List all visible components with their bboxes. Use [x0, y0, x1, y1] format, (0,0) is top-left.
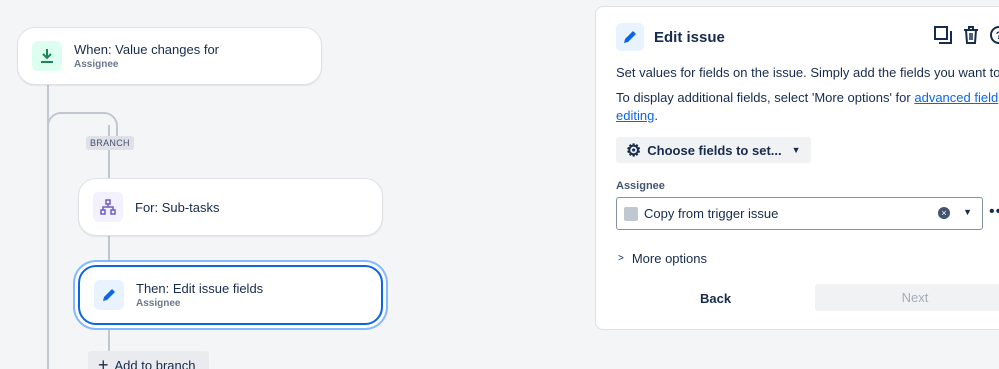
hierarchy-icon: [93, 192, 123, 222]
back-button[interactable]: Back: [700, 291, 731, 306]
pencil-icon: [616, 23, 644, 51]
branch-line-3: [108, 326, 110, 352]
branch-node-title: For: Sub-tasks: [135, 199, 220, 215]
copy-icon[interactable]: [933, 25, 953, 50]
branch-node[interactable]: For: Sub-tasks: [78, 178, 383, 236]
action-node-title: Then: Edit issue fields: [136, 281, 264, 296]
panel-title: Edit issue: [654, 28, 725, 46]
chevron-down-icon: ▼: [791, 145, 801, 155]
add-to-branch-label: Add to branch: [114, 357, 196, 369]
advanced-field-editing-link[interactable]: advanced field: [914, 90, 998, 105]
assignee-label: Assignee: [616, 180, 665, 192]
clear-icon[interactable]: ×: [938, 207, 950, 219]
action-node-subtitle: Assignee: [136, 298, 181, 309]
branch-connector-h: [60, 112, 96, 114]
branch-connector: [47, 112, 71, 136]
more-actions-icon[interactable]: ••: [989, 203, 999, 221]
more-options-label: More options: [631, 251, 707, 266]
trigger-subtitle: Assignee: [74, 59, 119, 70]
panel-header: Edit issue: [616, 23, 725, 51]
branch-line: [108, 125, 110, 181]
chevron-right-icon: >: [618, 253, 624, 264]
description-2: To display additional fields, select 'Mo…: [616, 89, 998, 107]
chevron-down-icon[interactable]: ▼: [963, 207, 972, 217]
trigger-node[interactable]: When: Value changes for Assignee: [17, 27, 322, 85]
choose-fields-label: Choose fields to set...: [647, 142, 782, 158]
choose-fields-button[interactable]: ⚙ Choose fields to set... ▼: [616, 137, 811, 163]
more-options-toggle[interactable]: > More options: [618, 251, 707, 266]
description-2-cont: editing.: [616, 107, 658, 125]
trigger-title: When: Value changes for: [74, 42, 220, 57]
gear-icon: ⚙: [626, 140, 642, 160]
automation-canvas: When: Value changes for Assignee BRANCH …: [0, 0, 595, 369]
header-actions: ?: [933, 25, 999, 50]
branch-line-2: [108, 236, 110, 266]
description-2-suffix: .: [654, 108, 658, 123]
edit-issue-panel: Edit issue ? Set values for fields on th…: [595, 6, 999, 330]
assignee-select[interactable]: Copy from trigger issue × ▼: [616, 197, 983, 230]
plus-icon: +: [98, 355, 109, 369]
avatar-icon: [624, 206, 638, 221]
description-1: Set values for fields on the issue. Simp…: [616, 65, 999, 80]
add-to-branch-button[interactable]: + Add to branch: [88, 351, 209, 369]
branch-connector-curve: [94, 112, 118, 136]
assignee-value: Copy from trigger issue: [644, 206, 779, 221]
action-node[interactable]: Then: Edit issue fields Assignee: [78, 265, 383, 325]
next-button[interactable]: Next: [815, 284, 999, 311]
pencil-icon: [94, 280, 124, 310]
help-icon[interactable]: ?: [989, 25, 999, 50]
description-2-text: To display additional fields, select 'Mo…: [616, 90, 911, 105]
trash-icon[interactable]: [961, 25, 981, 50]
svg-text:?: ?: [996, 30, 999, 42]
branch-lozenge: BRANCH: [86, 136, 134, 150]
advanced-field-editing-link-cont[interactable]: editing: [616, 108, 654, 123]
download-arrow-icon: [32, 41, 62, 71]
